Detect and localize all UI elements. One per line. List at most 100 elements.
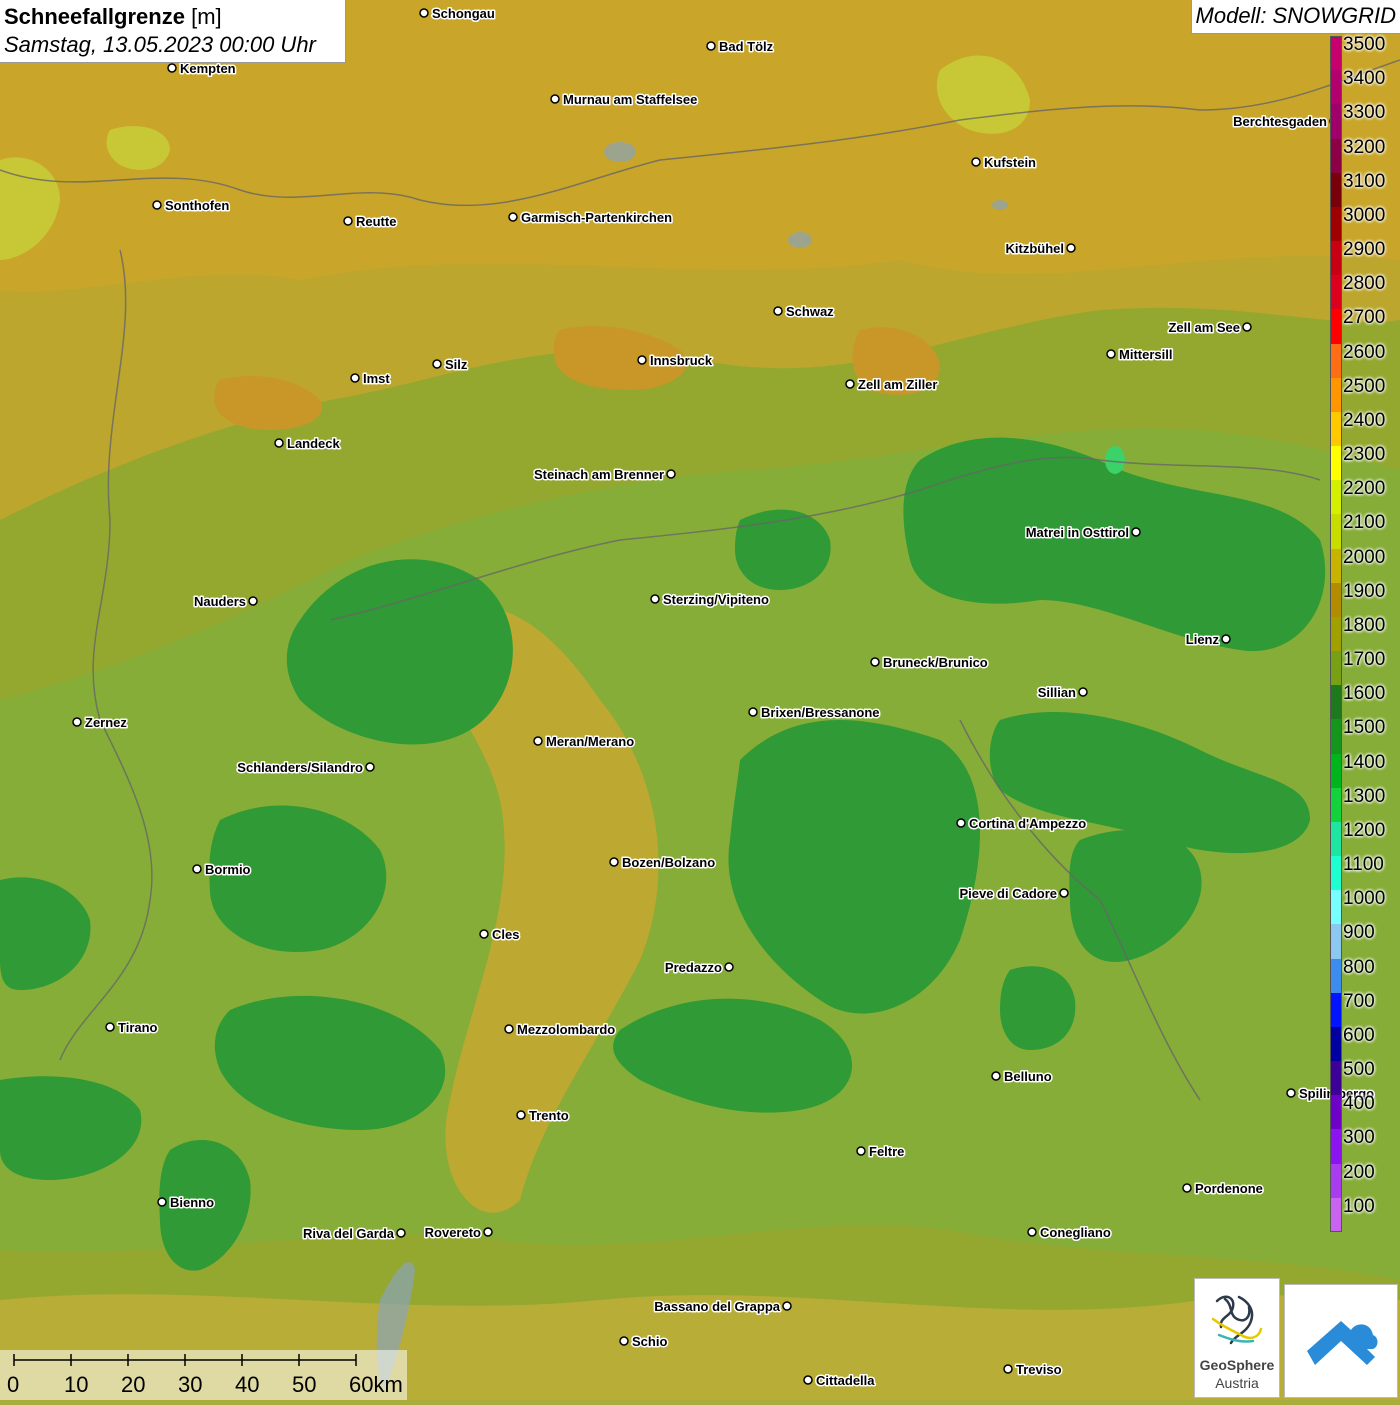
city-bruneck-brunico[interactable]: Bruneck/Brunico — [870, 654, 989, 672]
city-dot-icon — [609, 857, 619, 867]
city-dot-icon — [845, 379, 855, 389]
city-cortina-d-ampezzo[interactable]: Cortina d'Ampezzo — [956, 815, 1088, 833]
city-meran-merano[interactable]: Meran/Merano — [533, 733, 636, 751]
legend-label: 1200 — [1343, 819, 1386, 841]
city-dot-icon — [619, 1336, 629, 1346]
city-steinach-am-brenner[interactable]: Steinach am Brenner — [532, 466, 676, 484]
city-label: Bozen/Bolzano — [622, 855, 715, 870]
city-dot-icon — [1106, 349, 1116, 359]
city-label: Mittersill — [1119, 347, 1172, 362]
legend-label: 2100 — [1343, 512, 1386, 534]
city-dot-icon — [365, 762, 375, 772]
city-dot-icon — [1027, 1227, 1037, 1237]
city-label: Kufstein — [984, 155, 1036, 170]
city-label: Mezzolombardo — [517, 1022, 615, 1037]
city-dot-icon — [1003, 1364, 1013, 1374]
city-mezzolombardo[interactable]: Mezzolombardo — [504, 1021, 617, 1039]
city-murnau-am-staffelsee[interactable]: Murnau am Staffelsee — [550, 91, 699, 109]
city-label: Schwaz — [786, 304, 834, 319]
city-dot-icon — [1242, 322, 1252, 332]
scale-label: 60km — [349, 1372, 403, 1397]
city-label: Bienno — [170, 1195, 214, 1210]
city-dot-icon — [650, 594, 660, 604]
legend-label: 1700 — [1343, 649, 1386, 671]
city-sterzing-vipiteno[interactable]: Sterzing/Vipiteno — [650, 591, 770, 609]
low-snowline-spot — [1105, 446, 1125, 474]
warning-app-logo[interactable] — [1284, 1284, 1398, 1398]
city-label: Steinach am Brenner — [534, 467, 664, 482]
city-label: Treviso — [1016, 1362, 1062, 1377]
city-dot-icon — [72, 717, 82, 727]
city-dot-icon — [105, 1022, 115, 1032]
city-dot-icon — [157, 1197, 167, 1207]
city-zell-am-see[interactable]: Zell am See — [1167, 319, 1252, 337]
legend-label: 400 — [1343, 1093, 1375, 1115]
city-dot-icon — [152, 200, 162, 210]
city-dot-icon — [432, 359, 442, 369]
city-label: Bruneck/Brunico — [883, 655, 988, 670]
city-pordenone[interactable]: Pordenone — [1182, 1180, 1264, 1198]
city-label: Predazzo — [665, 960, 722, 975]
legend-label: 1900 — [1343, 580, 1386, 602]
city-dot-icon — [396, 1228, 406, 1238]
city-zell-am-ziller[interactable]: Zell am Ziller — [845, 376, 939, 394]
city-dot-icon — [637, 355, 647, 365]
city-bassano-del-grappa[interactable]: Bassano del Grappa — [653, 1298, 792, 1316]
city-dot-icon — [350, 373, 360, 383]
scale-label: 10 — [64, 1372, 89, 1397]
city-dot-icon — [516, 1110, 526, 1120]
city-riva-del-garda[interactable]: Riva del Garda — [301, 1225, 406, 1243]
city-brixen-bressanone[interactable]: Brixen/Bressanone — [748, 704, 881, 722]
city-sonthofen[interactable]: Sonthofen — [152, 197, 231, 215]
city-conegliano[interactable]: Conegliano — [1027, 1224, 1112, 1242]
city-dot-icon — [274, 438, 284, 448]
legend-label: 2200 — [1343, 478, 1386, 500]
legend-label: 500 — [1343, 1059, 1375, 1081]
city-label: Pordenone — [1195, 1181, 1263, 1196]
city-bozen-bolzano[interactable]: Bozen/Bolzano — [609, 854, 717, 872]
city-schongau[interactable]: Schongau — [419, 5, 496, 23]
city-label: Sonthofen — [165, 198, 229, 213]
city-dot-icon — [1059, 888, 1069, 898]
city-dot-icon — [533, 736, 543, 746]
city-dot-icon — [1131, 527, 1141, 537]
city-dot-icon — [504, 1024, 514, 1034]
city-pieve-di-cadore[interactable]: Pieve di Cadore — [958, 885, 1069, 903]
city-label: Feltre — [869, 1144, 904, 1159]
legend-label: 1500 — [1343, 717, 1386, 739]
geosphere-logo[interactable]: GeoSphere Austria — [1194, 1278, 1280, 1398]
legend-label: 1400 — [1343, 751, 1386, 773]
city-dot-icon — [419, 8, 429, 18]
city-matrei-in-osttirol[interactable]: Matrei in Osttirol — [1024, 524, 1141, 542]
city-label: Cortina d'Ampezzo — [969, 816, 1086, 831]
legend-label: 1100 — [1343, 854, 1384, 876]
city-dot-icon — [748, 707, 758, 717]
legend-label: 300 — [1343, 1127, 1375, 1149]
city-label: Bormio — [205, 862, 251, 877]
city-innsbruck[interactable]: Innsbruck — [637, 352, 714, 370]
scale-label: 20 — [121, 1372, 146, 1397]
scale-label: 0 — [7, 1372, 20, 1397]
geosphere-emblem-icon — [1211, 1295, 1263, 1345]
city-dot-icon — [508, 212, 518, 222]
city-label: Pieve di Cadore — [959, 886, 1057, 901]
city-berchtesgaden[interactable]: Berchtesgaden — [1232, 113, 1339, 131]
city-label: Innsbruck — [650, 353, 713, 368]
city-label: Riva del Garda — [303, 1226, 395, 1241]
city-dot-icon — [550, 94, 560, 104]
city-label: Reutte — [356, 214, 396, 229]
model-label: Modell: SNOWGRID — [1190, 0, 1400, 34]
city-garmisch-partenkirchen[interactable]: Garmisch-Partenkirchen — [508, 209, 674, 227]
legend-label: 2300 — [1343, 444, 1386, 466]
city-label: Zell am Ziller — [858, 377, 937, 392]
city-schlanders-silandro[interactable]: Schlanders/Silandro — [236, 759, 375, 777]
scale-label: 40 — [235, 1372, 260, 1397]
city-dot-icon — [773, 306, 783, 316]
map-datetime: Samstag, 13.05.2023 00:00 Uhr — [4, 32, 316, 57]
map-title: Schneefallgrenze [m] — [4, 3, 341, 31]
city-dot-icon — [971, 157, 981, 167]
city-dot-icon — [192, 864, 202, 874]
city-dot-icon — [479, 929, 489, 939]
legend-label: 2800 — [1343, 273, 1386, 295]
snowfall-limit-map[interactable]: Schongau Bad Tölz Kempten Murnau am Staffel… — [0, 0, 1400, 1400]
